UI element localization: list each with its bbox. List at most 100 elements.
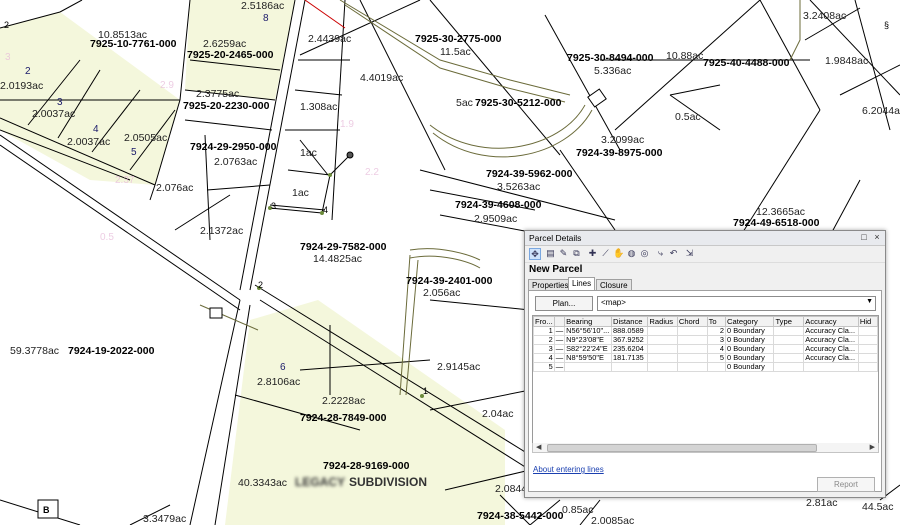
cell-radius[interactable] — [647, 326, 678, 336]
cell-from[interactable]: 3 — [533, 344, 555, 354]
table-row[interactable]: 4 — N8°59'50"E 181.7135 5 0 Boundary Acc… — [533, 353, 878, 363]
col-header-hidden[interactable]: Hid — [857, 316, 878, 327]
plan-button[interactable]: Plan... — [535, 296, 593, 311]
row-icon: — — [553, 326, 566, 336]
draw-line-icon[interactable]: ⟋ — [600, 248, 611, 259]
add-point-icon[interactable]: ✚ — [587, 248, 598, 259]
title-bar[interactable]: Parcel Details □ × — [525, 231, 885, 246]
cell-distance[interactable]: 888.0589 — [610, 326, 649, 336]
table-row[interactable]: 1 — N56°56'10"... 888.0589 2 0 Boundary … — [533, 326, 878, 336]
area-label: 2.9145ac — [437, 361, 480, 373]
table-row[interactable]: 5 — 0 Boundary — [533, 362, 878, 372]
cell-category[interactable]: 0 Boundary — [725, 335, 775, 345]
col-header-from[interactable]: Fro... — [533, 316, 555, 327]
cell-category[interactable]: 0 Boundary — [725, 362, 775, 372]
close-icon[interactable]: × — [872, 232, 882, 242]
cell-from[interactable]: 4 — [533, 353, 555, 363]
area-label: 2.0085ac — [591, 515, 634, 525]
cell-from[interactable]: 5 — [533, 362, 555, 372]
cell-to[interactable]: 5 — [706, 353, 727, 363]
cell-hidden[interactable] — [857, 335, 878, 345]
cell-hidden[interactable] — [857, 344, 878, 354]
about-entering-lines-link[interactable]: About entering lines — [533, 465, 604, 474]
cell-type[interactable] — [773, 344, 805, 354]
col-header-distance[interactable]: Distance — [610, 316, 649, 327]
new-parcel-icon[interactable]: ▤ — [545, 248, 556, 259]
traverse-icon[interactable]: ⤷ — [655, 248, 666, 259]
cell-accuracy[interactable]: Accuracy Cla... — [803, 335, 859, 345]
cell-type[interactable] — [773, 353, 805, 363]
col-header-type[interactable]: Type — [773, 316, 805, 327]
toolbar: ✥ ▤ ✎ ⧉ ✚ ⟋ ✋ ◍ ◎ ⤷ ↶ ⇲ — [525, 246, 885, 263]
cell-from[interactable]: 1 — [533, 326, 555, 336]
cell-category[interactable]: 0 Boundary — [725, 326, 775, 336]
cell-radius[interactable] — [647, 344, 678, 354]
cell-bearing[interactable]: N56°56'10"... — [564, 326, 612, 336]
copy-icon[interactable]: ⧉ — [571, 248, 582, 259]
lines-grid[interactable]: Fro... Bearing Distance Radius Chord To … — [532, 315, 879, 445]
cell-bearing[interactable]: N9°23'08"E — [564, 335, 612, 345]
globe-icon[interactable]: ◍ — [626, 248, 637, 259]
cell-from[interactable]: 2 — [533, 335, 555, 345]
area-label: 59.3778ac — [10, 345, 59, 357]
export-icon[interactable]: ⇲ — [684, 248, 695, 259]
cell-type[interactable] — [773, 326, 805, 336]
cell-bearing[interactable]: S82°22'24"E — [564, 344, 612, 354]
parcel-id-label: 7925-10-7761-000 — [90, 38, 177, 50]
cell-hidden[interactable] — [857, 326, 878, 336]
cell-to[interactable]: 2 — [706, 326, 727, 336]
vertex-label: 2 — [4, 20, 9, 30]
cell-radius[interactable] — [647, 335, 678, 345]
cell-bearing[interactable] — [564, 362, 612, 372]
report-button[interactable]: Report — [817, 477, 875, 492]
cell-distance[interactable] — [610, 362, 649, 372]
col-header-radius[interactable]: Radius — [647, 316, 678, 327]
tab-lines[interactable]: Lines — [568, 277, 596, 291]
col-header-category[interactable]: Category — [725, 316, 775, 327]
horizontal-scrollbar[interactable]: ◀ ▶ — [532, 443, 879, 453]
cell-accuracy[interactable]: Accuracy Cla... — [803, 353, 859, 363]
cell-accuracy[interactable]: Accuracy Cla... — [803, 326, 859, 336]
scroll-right-icon[interactable]: ▶ — [870, 443, 875, 451]
cell-accuracy[interactable]: Accuracy Cla... — [803, 344, 859, 354]
cell-chord[interactable] — [676, 344, 708, 354]
cell-hidden[interactable] — [857, 362, 878, 372]
cell-chord[interactable] — [676, 326, 708, 336]
maximize-icon[interactable]: □ — [859, 232, 869, 242]
cell-to[interactable] — [706, 362, 727, 372]
move-tool-icon[interactable]: ✥ — [529, 248, 541, 260]
cell-category[interactable]: 0 Boundary — [725, 344, 775, 354]
cell-hidden[interactable] — [857, 353, 878, 363]
cell-chord[interactable] — [676, 362, 708, 372]
lot-number: 6 — [280, 362, 286, 373]
cell-type[interactable] — [773, 362, 805, 372]
plan-select[interactable]: <map> ▼ — [597, 296, 876, 311]
cell-type[interactable] — [773, 335, 805, 345]
cell-radius[interactable] — [647, 353, 678, 363]
cell-chord[interactable] — [676, 353, 708, 363]
undo-icon[interactable]: ↶ — [668, 248, 679, 259]
cell-category[interactable]: 0 Boundary — [725, 353, 775, 363]
cell-chord[interactable] — [676, 335, 708, 345]
scrollbar-thumb[interactable] — [547, 444, 817, 452]
globe-plus-icon[interactable]: ◎ — [639, 248, 650, 259]
cell-bearing[interactable]: N8°59'50"E — [564, 353, 612, 363]
col-header-chord[interactable]: Chord — [676, 316, 708, 327]
col-header-to[interactable]: To — [706, 316, 727, 327]
col-header-accuracy[interactable]: Accuracy — [803, 316, 859, 327]
table-row[interactable]: 3 — S82°22'24"E 235.6204 4 0 Boundary Ac… — [533, 344, 878, 354]
edit-icon[interactable]: ✎ — [558, 248, 569, 259]
scroll-left-icon[interactable]: ◀ — [536, 443, 541, 451]
cell-to[interactable]: 4 — [706, 344, 727, 354]
cell-accuracy[interactable] — [803, 362, 859, 372]
cell-radius[interactable] — [647, 362, 678, 372]
col-header-icon[interactable] — [553, 316, 566, 327]
cell-distance[interactable]: 181.7135 — [610, 353, 649, 363]
area-label: 1.308ac — [300, 101, 337, 113]
col-header-bearing[interactable]: Bearing — [564, 316, 612, 327]
join-icon[interactable]: ✋ — [613, 248, 624, 259]
cell-distance[interactable]: 367.9252 — [610, 335, 649, 345]
cell-to[interactable]: 3 — [706, 335, 727, 345]
table-row[interactable]: 2 — N9°23'08"E 367.9252 3 0 Boundary Acc… — [533, 335, 878, 345]
cell-distance[interactable]: 235.6204 — [610, 344, 649, 354]
